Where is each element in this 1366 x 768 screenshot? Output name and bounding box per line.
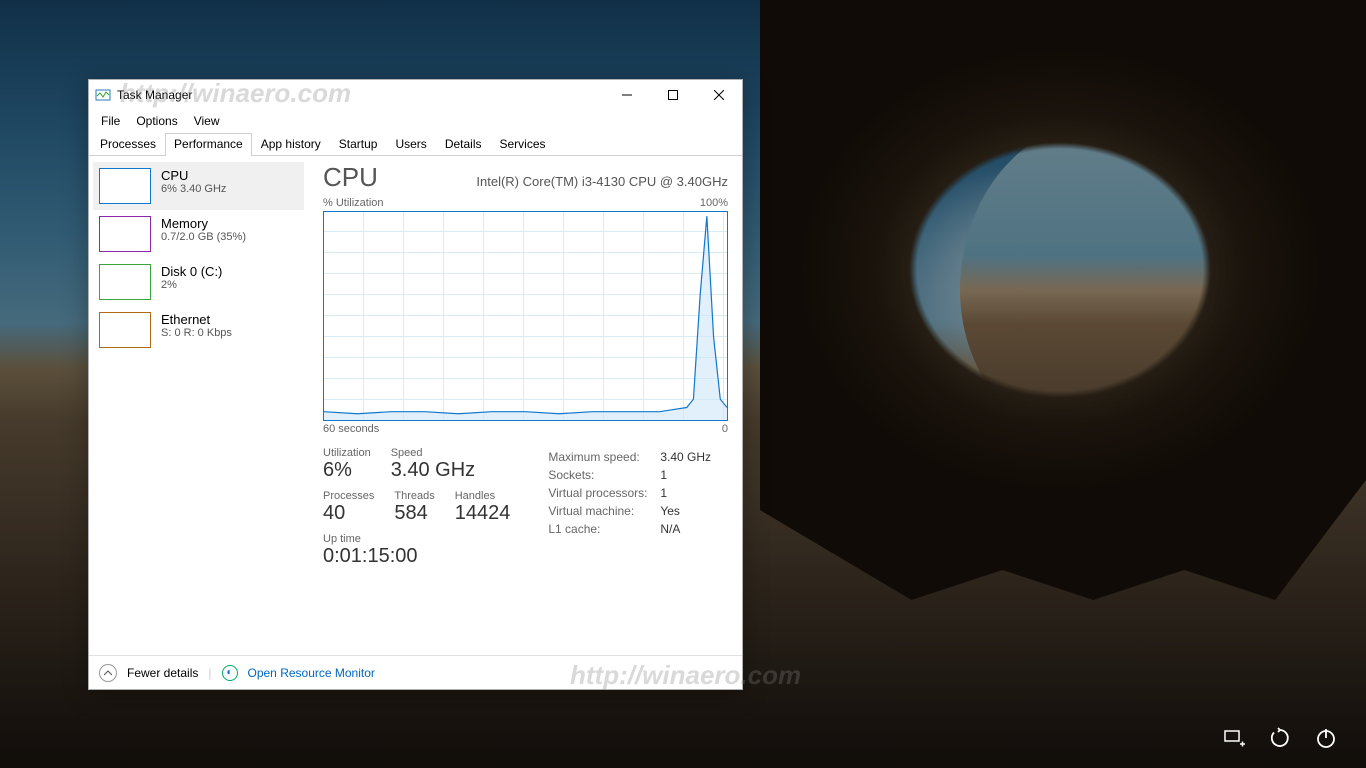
main-heading: CPU	[323, 162, 378, 193]
cpu-utilization-chart[interactable]	[323, 211, 728, 421]
sidebar-disk-title: Disk 0 (C:)	[161, 264, 222, 279]
tab-details[interactable]: Details	[436, 133, 491, 156]
performance-main: CPU Intel(R) Core(TM) i3-4130 CPU @ 3.40…	[309, 156, 742, 655]
speed-label: Speed	[391, 447, 475, 459]
minimize-button[interactable]	[604, 80, 650, 110]
l1-label: L1 cache:	[548, 521, 658, 537]
tab-users[interactable]: Users	[386, 133, 435, 156]
tab-performance[interactable]: Performance	[165, 133, 252, 156]
sidebar-memory-sub: 0.7/2.0 GB (35%)	[161, 231, 246, 243]
utilization-value: 6%	[323, 459, 371, 482]
memory-thumbnail	[99, 216, 151, 252]
window-footer: Fewer details | ◐ Open Resource Monitor	[89, 655, 742, 689]
resource-monitor-icon: ◐	[222, 665, 238, 681]
threads-label: Threads	[394, 490, 434, 502]
speed-value: 3.40 GHz	[391, 459, 475, 482]
cpu-model: Intel(R) Core(TM) i3-4130 CPU @ 3.40GHz	[476, 174, 728, 189]
tab-startup[interactable]: Startup	[330, 133, 387, 156]
max-speed-value: 3.40 GHz	[660, 449, 719, 465]
performance-sidebar: CPU 6% 3.40 GHz Memory 0.7/2.0 GB (35%) …	[89, 156, 309, 655]
handles-value: 14424	[455, 502, 511, 525]
utilization-label: Utilization	[323, 447, 371, 459]
threads-value: 584	[394, 502, 434, 525]
maximize-button[interactable]	[650, 80, 696, 110]
sidebar-item-disk[interactable]: Disk 0 (C:) 2%	[93, 258, 304, 306]
tab-app-history[interactable]: App history	[252, 133, 330, 156]
l1-value: N/A	[660, 521, 719, 537]
uptime-label: Up time	[323, 533, 418, 545]
menu-file[interactable]: File	[93, 112, 128, 130]
cpu-chart-line	[324, 212, 727, 420]
open-resource-monitor-link[interactable]: Open Resource Monitor	[248, 666, 375, 680]
vproc-value: 1	[660, 485, 719, 501]
sidebar-disk-sub: 2%	[161, 279, 222, 291]
chart-label-bl: 60 seconds	[323, 423, 379, 435]
uptime-value: 0:01:15:00	[323, 545, 418, 568]
ethernet-thumbnail	[99, 312, 151, 348]
cpu-thumbnail	[99, 168, 151, 204]
tab-services[interactable]: Services	[491, 133, 555, 156]
power-icon[interactable]	[1314, 726, 1338, 750]
disk-thumbnail	[99, 264, 151, 300]
menu-view[interactable]: View	[186, 112, 228, 130]
sockets-label: Sockets:	[548, 467, 658, 483]
titlebar[interactable]: Task Manager	[89, 80, 742, 110]
vm-value: Yes	[660, 503, 719, 519]
close-button[interactable]	[696, 80, 742, 110]
chevron-up-icon[interactable]	[99, 664, 117, 682]
fewer-details-link[interactable]: Fewer details	[127, 666, 198, 680]
ease-of-access-icon[interactable]	[1222, 726, 1246, 750]
sidebar-cpu-title: CPU	[161, 168, 226, 183]
sidebar-item-ethernet[interactable]: Ethernet S: 0 R: 0 Kbps	[93, 306, 304, 354]
processes-label: Processes	[323, 490, 374, 502]
tab-bar: Processes Performance App history Startu…	[89, 132, 742, 156]
sidebar-item-cpu[interactable]: CPU 6% 3.40 GHz	[93, 162, 304, 210]
processes-value: 40	[323, 502, 374, 525]
sidebar-memory-title: Memory	[161, 216, 246, 231]
sidebar-ethernet-sub: S: 0 R: 0 Kbps	[161, 327, 232, 339]
sidebar-ethernet-title: Ethernet	[161, 312, 232, 327]
sidebar-cpu-sub: 6% 3.40 GHz	[161, 183, 226, 195]
chart-label-tr: 100%	[700, 197, 728, 209]
task-manager-window: Task Manager File Options View Processes…	[88, 79, 743, 690]
tab-processes[interactable]: Processes	[91, 133, 165, 156]
vproc-label: Virtual processors:	[548, 485, 658, 501]
menu-options[interactable]: Options	[128, 112, 185, 130]
sockets-value: 1	[660, 467, 719, 483]
cpu-details-table: Maximum speed:3.40 GHz Sockets:1 Virtual…	[546, 447, 721, 568]
max-speed-label: Maximum speed:	[548, 449, 658, 465]
vm-label: Virtual machine:	[548, 503, 658, 519]
window-title: Task Manager	[117, 88, 192, 102]
restart-icon[interactable]	[1268, 726, 1292, 750]
chart-label-br: 0	[722, 423, 728, 435]
sidebar-item-memory[interactable]: Memory 0.7/2.0 GB (35%)	[93, 210, 304, 258]
handles-label: Handles	[455, 490, 511, 502]
menu-bar: File Options View	[89, 110, 742, 132]
task-manager-icon	[95, 87, 111, 103]
system-tray-icons	[1222, 726, 1338, 750]
chart-label-tl: % Utilization	[323, 197, 384, 209]
